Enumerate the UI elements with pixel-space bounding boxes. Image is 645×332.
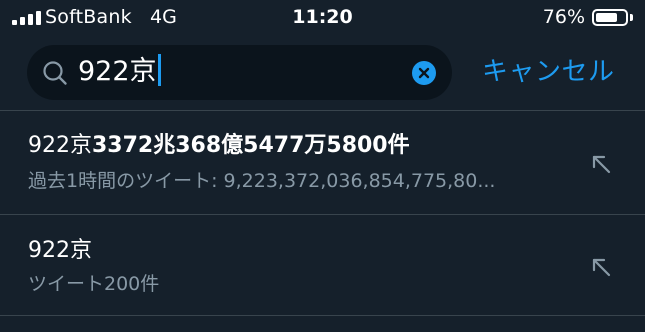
battery-icon: [592, 9, 628, 26]
suggestion-subtitle: ツイート200件: [28, 273, 160, 295]
status-bar: SoftBank 4G 11:20 76%: [0, 0, 645, 38]
suggestion-subtitle: 過去1時間のツイート: 9,223,372,036,854,775,80...: [28, 170, 496, 192]
clear-icon[interactable]: [412, 61, 436, 85]
search-query-text: 922京: [78, 56, 157, 87]
search-screen: SoftBank 4G 11:20 76% 922京 キャンセル 922京337…: [0, 0, 645, 332]
search-icon: [43, 61, 67, 85]
suggestion-tweet-count: 3372兆368億5477万5800件: [92, 133, 410, 158]
text-caret: [157, 54, 161, 86]
suggestion-divider: [0, 315, 645, 316]
search-header: 922京 キャンセル: [0, 38, 645, 110]
cancel-button[interactable]: キャンセル: [482, 56, 615, 88]
search-query: 922京: [78, 53, 161, 91]
battery-tip: [630, 14, 633, 21]
suggestion-item[interactable]: 922京 ツイート200件: [0, 215, 645, 315]
suggestion-title: 922京: [28, 236, 92, 266]
battery-percentage: 76%: [542, 6, 585, 28]
suggestion-item[interactable]: 922京3372兆368億5477万5800件 過去1時間のツイート: 9,22…: [0, 111, 645, 214]
arrow-up-left-icon[interactable]: [590, 153, 612, 175]
battery-level-fill: [596, 13, 618, 22]
suggestion-title: 922京3372兆368億5477万5800件: [28, 131, 410, 161]
arrow-up-left-icon[interactable]: [590, 256, 612, 278]
search-input[interactable]: 922京: [27, 45, 452, 100]
suggestion-query: 922京: [28, 133, 92, 158]
suggestion-query: 922京: [28, 238, 92, 263]
